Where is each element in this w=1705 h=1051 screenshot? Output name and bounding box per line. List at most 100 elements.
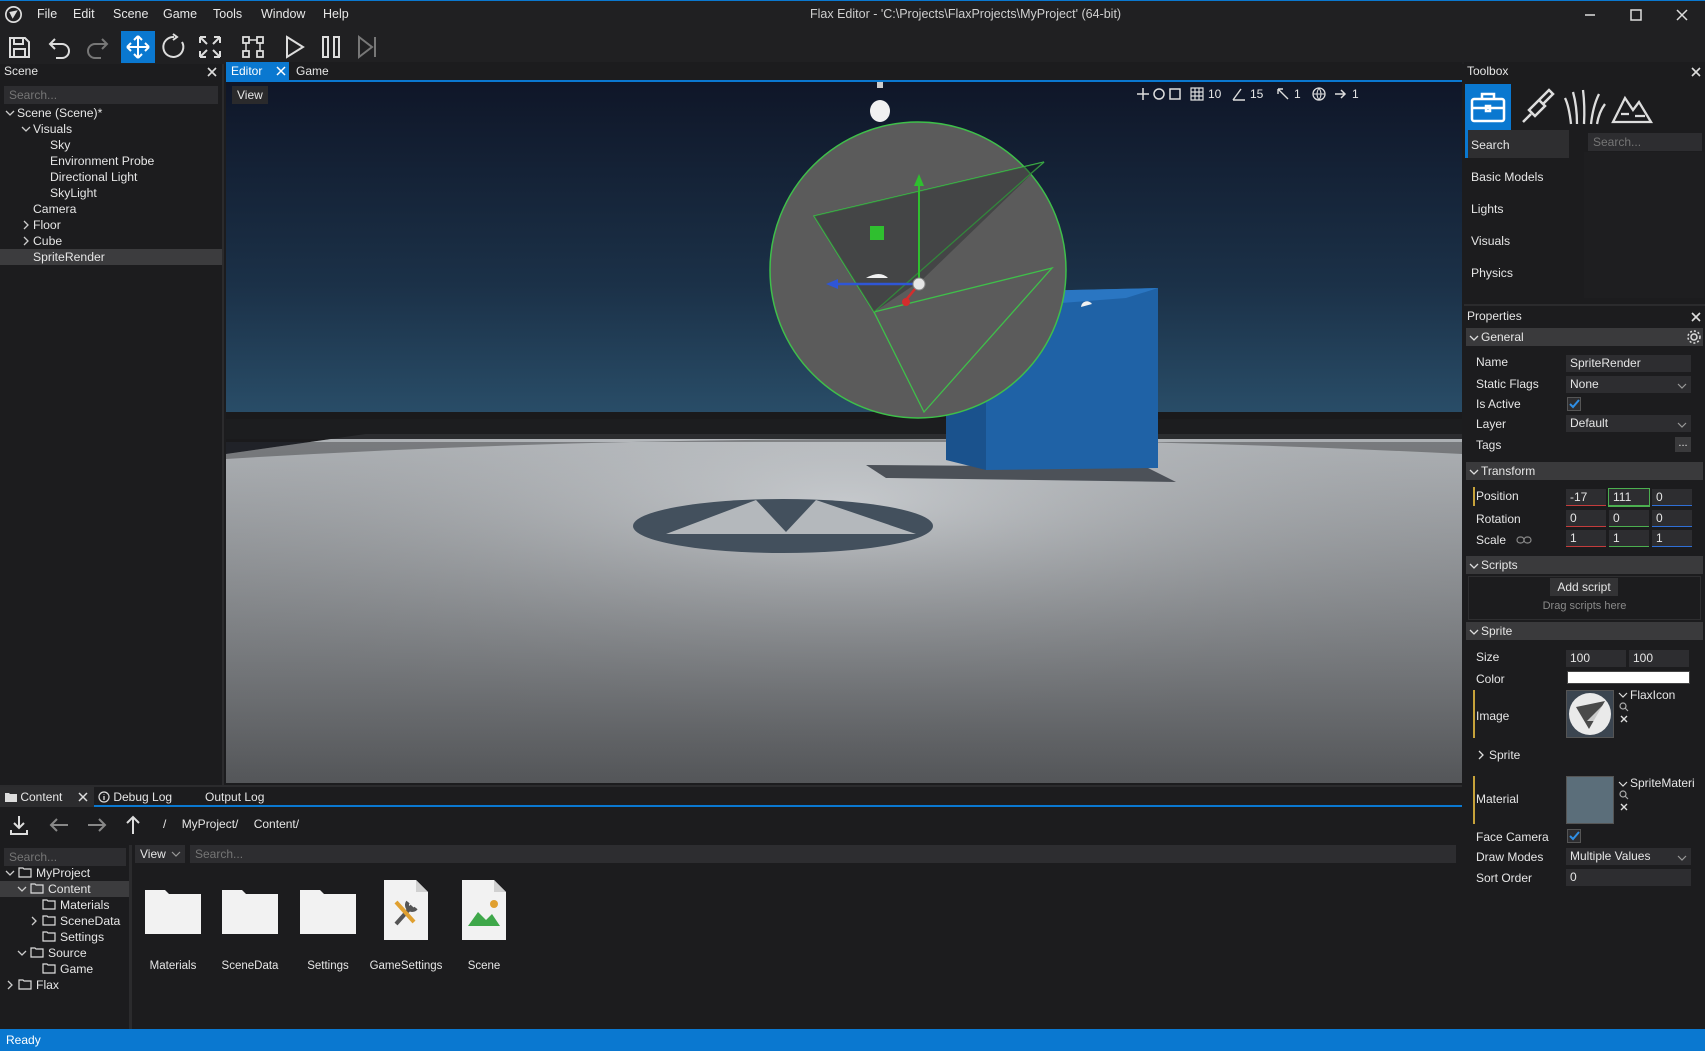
maximize-button[interactable] bbox=[1626, 5, 1646, 25]
chevron-down-icon[interactable] bbox=[1469, 467, 1479, 477]
menu-game[interactable]: Game bbox=[163, 7, 197, 21]
scale-z-field[interactable]: 1 bbox=[1652, 530, 1692, 547]
rotate-snap-icon[interactable] bbox=[1152, 87, 1166, 101]
back-arrow-icon[interactable] bbox=[48, 814, 70, 836]
pause-button[interactable] bbox=[314, 31, 348, 63]
play-button[interactable] bbox=[277, 31, 311, 63]
chevron-right-icon[interactable] bbox=[21, 236, 31, 246]
position-y-field[interactable]: 111 bbox=[1608, 488, 1650, 507]
content-search-input[interactable] bbox=[190, 845, 1456, 863]
content-item-scenedata[interactable] bbox=[220, 878, 280, 942]
chevron-right-icon[interactable] bbox=[5, 980, 15, 990]
tree-item-floor[interactable]: Floor bbox=[33, 218, 61, 232]
tab-output-log[interactable]: Output Log bbox=[205, 790, 264, 804]
add-script-button[interactable]: Add script bbox=[1550, 578, 1618, 596]
chevron-down-icon[interactable] bbox=[1677, 853, 1687, 863]
chevron-down-icon[interactable] bbox=[1469, 627, 1479, 637]
toolbox-category-search[interactable]: Search bbox=[1465, 130, 1569, 158]
chevron-down-icon[interactable] bbox=[17, 884, 27, 894]
position-x-field[interactable]: -17 bbox=[1566, 489, 1606, 506]
sort-order-field[interactable]: 0 bbox=[1566, 869, 1691, 886]
translate-tool-button[interactable] bbox=[121, 31, 155, 63]
close-window-button[interactable] bbox=[1672, 5, 1692, 25]
content-item-settings[interactable] bbox=[298, 878, 358, 942]
chevron-down-icon[interactable] bbox=[17, 948, 27, 958]
content-item-scene[interactable] bbox=[454, 878, 514, 942]
static-flags-dropdown[interactable]: None bbox=[1566, 376, 1691, 393]
translate-snap-icon[interactable] bbox=[1136, 87, 1150, 101]
draw-modes-dropdown[interactable]: Multiple Values bbox=[1566, 848, 1691, 865]
tree-item-scene[interactable]: Scene (Scene)* bbox=[17, 106, 102, 120]
tree-item-skylight[interactable]: SkyLight bbox=[50, 186, 97, 200]
content-tree-game[interactable]: Game bbox=[60, 962, 93, 976]
clear-icon[interactable] bbox=[1619, 714, 1629, 724]
link-icon[interactable] bbox=[1516, 534, 1532, 546]
close-tab-icon[interactable] bbox=[78, 792, 88, 802]
scene-search-input[interactable] bbox=[4, 86, 218, 104]
breadcrumb-myproject[interactable]: MyProject/ bbox=[182, 817, 239, 831]
chevron-down-icon[interactable] bbox=[5, 108, 15, 118]
scale-x-field[interactable]: 1 bbox=[1566, 530, 1606, 547]
toolbox-category-basic-models[interactable]: Basic Models bbox=[1465, 162, 1569, 190]
face-camera-checkbox[interactable] bbox=[1567, 829, 1581, 843]
content-tree-materials[interactable]: Materials bbox=[60, 898, 109, 912]
toolbox-search-input[interactable] bbox=[1588, 133, 1702, 151]
tree-item-directional-light[interactable]: Directional Light bbox=[50, 170, 137, 184]
scale-snap-icon[interactable] bbox=[1168, 87, 1182, 101]
gear-icon[interactable] bbox=[1687, 330, 1701, 344]
tree-item-environment-probe[interactable]: Environment Probe bbox=[50, 154, 154, 168]
is-active-checkbox[interactable] bbox=[1567, 397, 1581, 411]
rotation-z-field[interactable]: 0 bbox=[1652, 510, 1692, 527]
breadcrumb-root[interactable]: / bbox=[163, 817, 166, 831]
chevron-down-icon[interactable] bbox=[1469, 333, 1479, 343]
content-tree-settings[interactable]: Settings bbox=[60, 930, 104, 944]
name-field[interactable]: SpriteRender bbox=[1566, 355, 1691, 372]
close-scene-panel-icon[interactable] bbox=[206, 66, 218, 78]
size-x-field[interactable]: 100 bbox=[1566, 650, 1626, 667]
material-preview[interactable] bbox=[1566, 776, 1614, 824]
tab-debug-log[interactable]: Debug Log bbox=[98, 790, 172, 804]
section-sprite[interactable]: Sprite bbox=[1466, 622, 1703, 640]
search-icon[interactable] bbox=[1619, 702, 1629, 712]
menu-scene[interactable]: Scene bbox=[113, 7, 148, 21]
transform-space-icon[interactable] bbox=[1312, 87, 1326, 101]
menu-tools[interactable]: Tools bbox=[213, 7, 242, 21]
scene-viewport[interactable]: View 10 15 1 1 bbox=[226, 82, 1462, 783]
layer-dropdown[interactable]: Default bbox=[1566, 415, 1691, 432]
content-tree-content[interactable]: Content bbox=[48, 882, 91, 896]
scale-tool-button[interactable] bbox=[193, 31, 227, 63]
section-scripts[interactable]: Scripts bbox=[1466, 556, 1703, 574]
undo-button[interactable] bbox=[43, 31, 77, 63]
menu-edit[interactable]: Edit bbox=[73, 7, 95, 21]
content-tree-search-input[interactable] bbox=[4, 848, 126, 866]
forward-arrow-icon[interactable] bbox=[86, 814, 108, 836]
content-tree-source[interactable]: Source bbox=[48, 946, 87, 960]
color-swatch[interactable] bbox=[1567, 671, 1690, 684]
tree-item-visuals[interactable]: Visuals bbox=[33, 122, 72, 136]
menu-window[interactable]: Window bbox=[261, 7, 305, 21]
tab-editor[interactable]: Editor bbox=[226, 62, 289, 80]
toolbox-tab-tools[interactable] bbox=[1465, 84, 1511, 130]
chevron-down-icon[interactable] bbox=[1469, 561, 1479, 571]
tree-item-spriterender[interactable]: SpriteRender bbox=[33, 250, 105, 264]
tree-item-cube[interactable]: Cube bbox=[33, 234, 62, 248]
rotate-tool-button[interactable] bbox=[157, 31, 191, 63]
rotation-y-field[interactable]: 0 bbox=[1609, 510, 1649, 527]
up-arrow-icon[interactable] bbox=[122, 814, 144, 836]
breadcrumb-content[interactable]: Content/ bbox=[254, 817, 299, 831]
content-item-materials[interactable] bbox=[143, 878, 203, 942]
toolbox-category-visuals[interactable]: Visuals bbox=[1465, 226, 1569, 254]
angle-snap-value[interactable]: 15 bbox=[1250, 87, 1263, 101]
chevron-down-icon[interactable] bbox=[1677, 420, 1687, 430]
chevron-right-icon[interactable] bbox=[29, 916, 39, 926]
toolbox-tab-terrain[interactable] bbox=[1609, 84, 1655, 130]
content-item-gamesettings[interactable] bbox=[376, 878, 436, 942]
close-properties-icon[interactable] bbox=[1690, 311, 1702, 323]
content-tree-myproject[interactable]: MyProject bbox=[36, 866, 90, 880]
menu-file[interactable]: File bbox=[37, 7, 57, 21]
close-tab-icon[interactable] bbox=[276, 66, 286, 76]
sprite-sub-group[interactable]: Sprite bbox=[1489, 748, 1520, 762]
content-tree-flax[interactable]: Flax bbox=[36, 978, 59, 992]
scale-snap-value-icon[interactable] bbox=[1276, 87, 1290, 101]
tree-item-sky[interactable]: Sky bbox=[50, 138, 70, 152]
